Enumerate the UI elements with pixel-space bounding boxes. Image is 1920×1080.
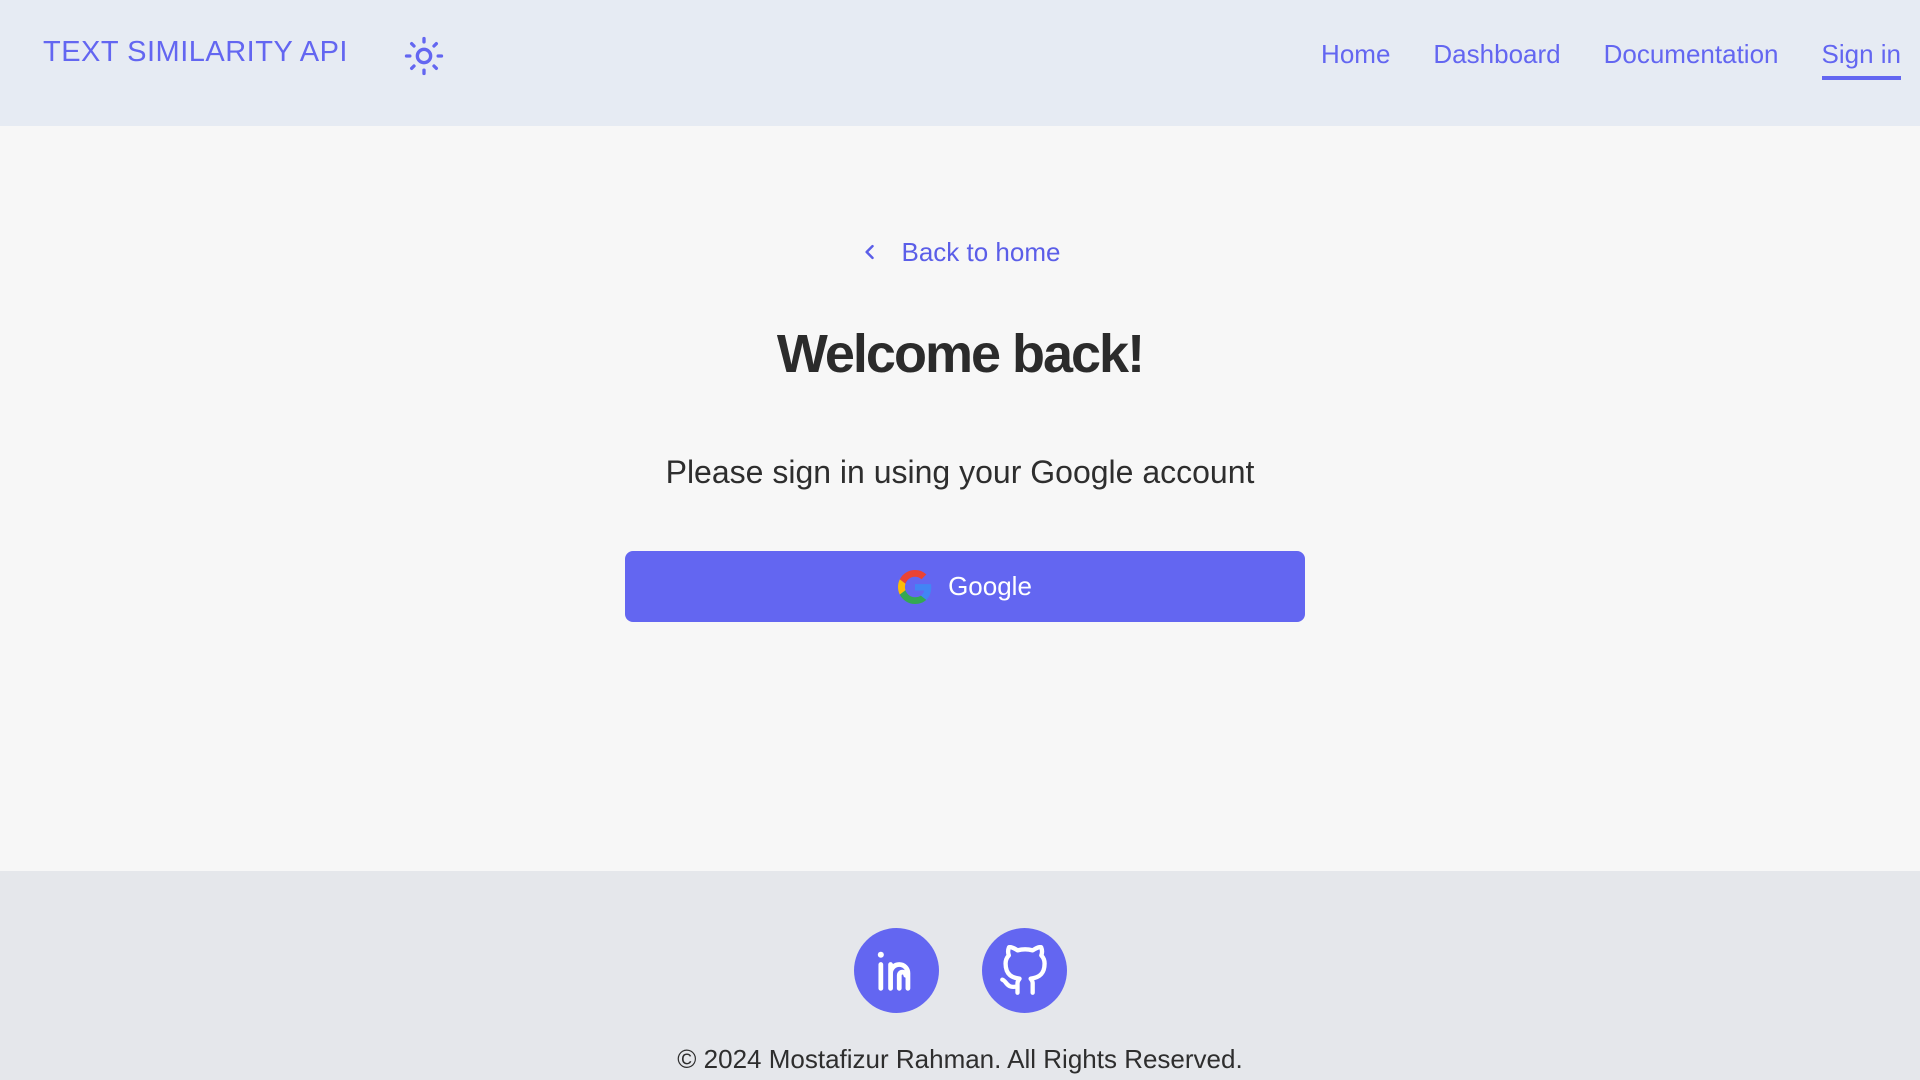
- main-content: Back to home Welcome back! Please sign i…: [0, 126, 1920, 871]
- google-sign-in-button[interactable]: Google: [625, 551, 1305, 622]
- sun-icon: [404, 36, 444, 76]
- brand-logo[interactable]: TEXT SIMILARITY API: [43, 36, 348, 69]
- nav-link-documentation[interactable]: Documentation: [1604, 36, 1779, 80]
- page-title: Welcome back!: [776, 324, 1145, 384]
- google-button-label: Google: [948, 571, 1032, 601]
- nav-link-dashboard[interactable]: Dashboard: [1433, 36, 1560, 80]
- social-links: [0, 928, 1920, 1013]
- theme-toggle-button[interactable]: [402, 34, 446, 78]
- github-link[interactable]: [981, 928, 1067, 1013]
- github-icon: [1000, 944, 1047, 995]
- linkedin-link[interactable]: [853, 928, 939, 1013]
- copyright-text: © 2024 Mostafizur Rahman. All Rights Res…: [677, 1044, 1243, 1074]
- google-icon: [898, 569, 932, 604]
- nav-link-sign-in[interactable]: Sign in: [1821, 36, 1901, 80]
- navbar: TEXT SIMILARITY API Home Dashboard Docum…: [0, 0, 1920, 126]
- linkedin-icon: [877, 951, 911, 991]
- footer: © 2024 Mostafizur Rahman. All Rights Res…: [0, 871, 1920, 1080]
- page-subtitle: Please sign in using your Google account: [665, 454, 1255, 490]
- back-link-row: Back to home: [0, 230, 1920, 274]
- back-to-home-link[interactable]: Back to home: [860, 236, 1061, 268]
- nav-link-home[interactable]: Home: [1321, 36, 1390, 80]
- back-to-home-label: Back to home: [901, 236, 1061, 267]
- chevron-left-icon: [864, 244, 874, 260]
- nav-links: Home Dashboard Documentation Sign in: [1321, 36, 1901, 82]
